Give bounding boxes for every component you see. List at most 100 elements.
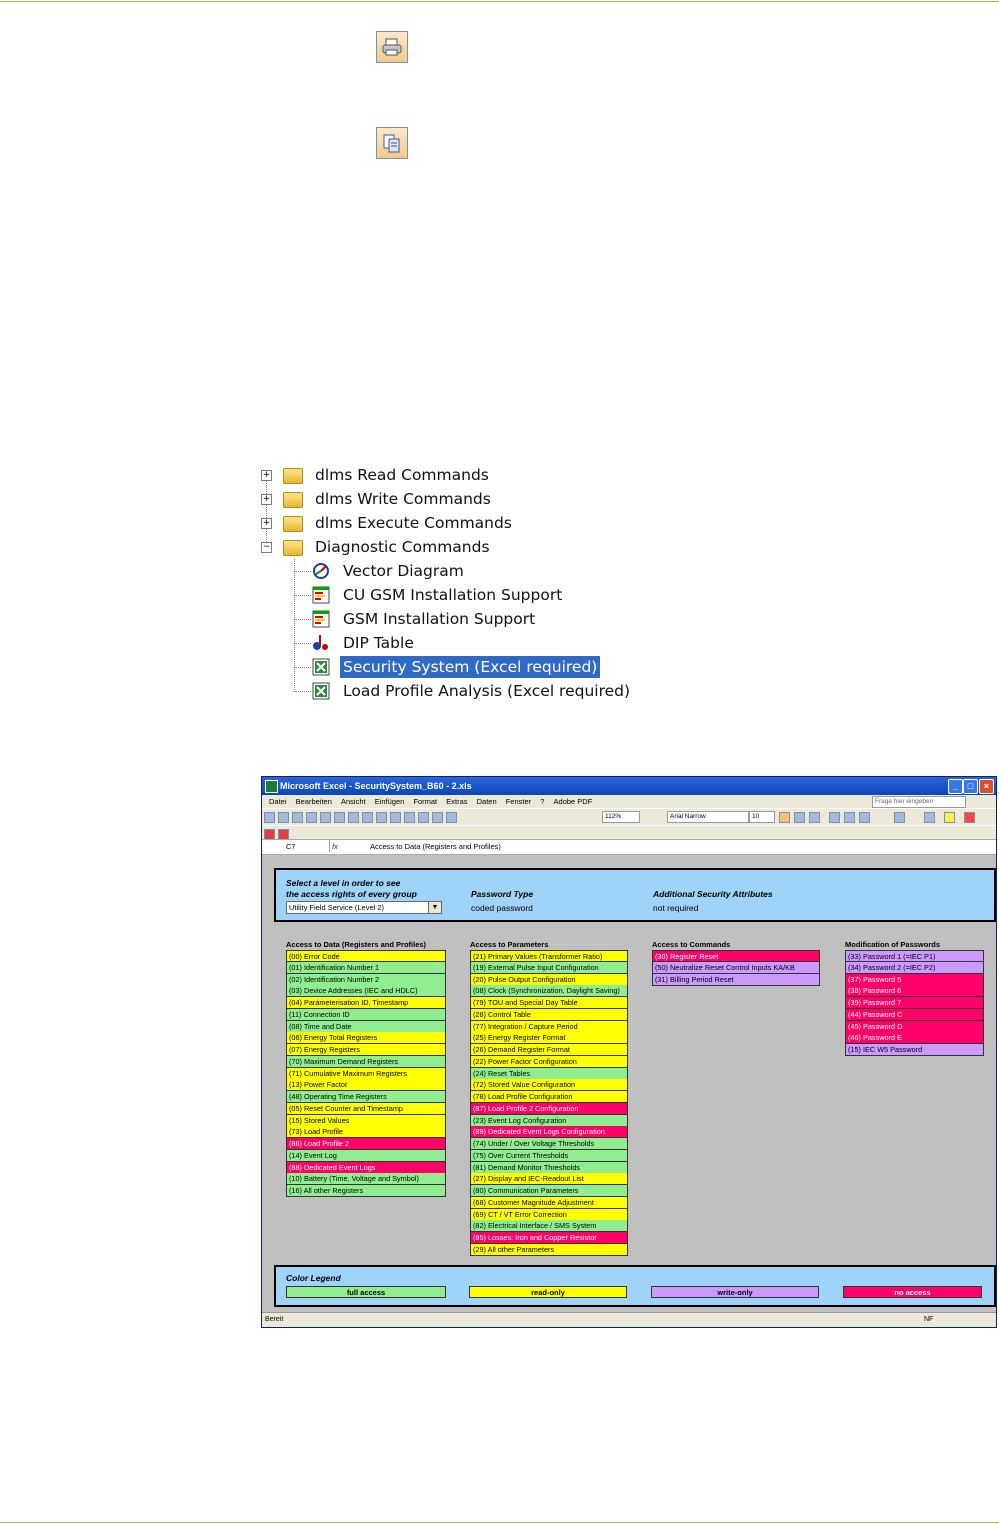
access-right-cell[interactable]: (68) Customer Magnitude Adjustment: [470, 1196, 628, 1209]
access-right-cell[interactable]: (26) Demand Register Format: [470, 1044, 628, 1056]
level-select[interactable]: Utility Field Service (Level 2) ▼: [286, 901, 442, 914]
access-right-cell[interactable]: (48) Operating Time Registers: [286, 1091, 446, 1103]
copy-icon[interactable]: [362, 812, 373, 823]
access-right-cell[interactable]: (15) Stored Values: [286, 1114, 446, 1127]
access-right-cell[interactable]: (24) Reset Tables: [470, 1067, 628, 1080]
help-search-input[interactable]: Frage hier eingeben: [872, 796, 966, 808]
underline-icon[interactable]: [809, 812, 820, 823]
menu-extras[interactable]: Extras: [446, 797, 467, 806]
menu-bearbeiten[interactable]: Bearbeiten: [296, 797, 332, 806]
access-right-cell[interactable]: (87) Load Profile 2 Configuration: [470, 1102, 628, 1115]
access-right-cell[interactable]: (85) Losses: Iron and Copper Resistor: [470, 1232, 628, 1244]
access-right-cell[interactable]: (44) Password C: [845, 1008, 984, 1021]
font-select[interactable]: Arial Narrow: [667, 811, 749, 823]
menu-daten[interactable]: Daten: [477, 797, 497, 806]
access-right-cell[interactable]: (31) Billing Period Reset: [652, 973, 820, 986]
access-right-cell[interactable]: (10) Battery (Time, Voltage and Symbol): [286, 1173, 446, 1186]
access-right-cell[interactable]: (30) Register Reset: [652, 950, 820, 962]
menu-format[interactable]: Format: [413, 797, 437, 806]
minimize-icon[interactable]: _: [948, 779, 963, 794]
redo-icon[interactable]: [404, 812, 415, 823]
access-right-cell[interactable]: (08) Clock (Synchronization, Daylight Sa…: [470, 985, 628, 998]
access-right-cell[interactable]: (88) Dedicated Event Logs: [286, 1161, 446, 1174]
borders-icon[interactable]: [924, 812, 935, 823]
access-right-cell[interactable]: (00) Error Code: [286, 950, 446, 962]
access-right-cell[interactable]: (23) Event Log Configuration: [470, 1114, 628, 1127]
menu-adobe-pdf[interactable]: Adobe PDF: [554, 797, 593, 806]
copy-icon[interactable]: [376, 127, 408, 159]
print-icon[interactable]: [306, 812, 317, 823]
sort-icon[interactable]: [432, 812, 443, 823]
access-right-cell[interactable]: (33) Password 1 (=IEC P1): [845, 950, 984, 962]
access-right-cell[interactable]: (50) Neutralize Reset Control Inputs KA/…: [652, 961, 820, 974]
access-right-cell[interactable]: (34) Password 2 (=IEC P2): [845, 961, 984, 974]
paste-icon[interactable]: [376, 812, 387, 823]
align-center-icon[interactable]: [844, 812, 855, 823]
access-right-cell[interactable]: (38) Password 6: [845, 985, 984, 998]
access-right-cell[interactable]: (71) Cumulative Maximum Registers: [286, 1067, 446, 1080]
access-right-cell[interactable]: (72) Stored Value Configuration: [470, 1079, 628, 1092]
access-right-cell[interactable]: (22) Power Factor Configuration: [470, 1055, 628, 1068]
menu-datei[interactable]: Datei: [269, 797, 287, 806]
name-box[interactable]: C7: [264, 840, 330, 852]
access-right-cell[interactable]: (29) All other Parameters: [470, 1243, 628, 1256]
font-color-icon[interactable]: [964, 812, 975, 823]
access-right-cell[interactable]: (46) Password E: [845, 1032, 984, 1045]
spell-icon[interactable]: [334, 812, 345, 823]
preview-icon[interactable]: [320, 812, 331, 823]
access-right-cell[interactable]: (25) Energy Register Format: [470, 1032, 628, 1045]
access-right-cell[interactable]: (13) Power Factor: [286, 1079, 446, 1092]
formula-input[interactable]: Access to Data (Registers and Profiles): [370, 840, 501, 854]
access-right-cell[interactable]: (08) Time and Date: [286, 1020, 446, 1033]
access-right-cell[interactable]: (80) Communication Parameters: [470, 1185, 628, 1197]
access-right-cell[interactable]: (04) Parameterisation ID, Timestamp: [286, 997, 446, 1009]
font-size-select[interactable]: 10: [749, 811, 775, 823]
chevron-down-icon[interactable]: ▼: [428, 902, 441, 913]
access-right-cell[interactable]: (03) Device Addresses (IEC and HDLC): [286, 985, 446, 998]
access-right-cell[interactable]: (06) Energy Total Registers: [286, 1032, 446, 1045]
access-right-cell[interactable]: (89) Dedicated Event Logs Configuration: [470, 1126, 628, 1139]
access-right-cell[interactable]: (74) Under / Over Voltage Thresholds: [470, 1138, 628, 1150]
expand-icon[interactable]: +: [261, 518, 272, 529]
access-right-cell[interactable]: (15) IEC W5 Password: [845, 1044, 984, 1056]
access-right-cell[interactable]: (28) Control Table: [470, 1008, 628, 1021]
maximize-icon[interactable]: □: [963, 779, 978, 794]
access-right-cell[interactable]: (82) Electrical Interface / SMS System: [470, 1220, 628, 1233]
access-right-cell[interactable]: (79) TOU and Special Day Table: [470, 997, 628, 1009]
align-right-icon[interactable]: [859, 812, 870, 823]
print-icon[interactable]: [376, 31, 408, 63]
chart-icon[interactable]: [446, 812, 457, 823]
access-right-cell[interactable]: (14) Event Log: [286, 1149, 446, 1162]
access-right-cell[interactable]: (78) Load Profile Configuration: [470, 1091, 628, 1103]
sum-icon[interactable]: [418, 812, 429, 823]
undo-icon[interactable]: [390, 812, 401, 823]
currency-icon[interactable]: [894, 812, 905, 823]
expand-icon[interactable]: +: [261, 470, 272, 481]
access-right-cell[interactable]: (02) Identification Number 2: [286, 973, 446, 986]
access-right-cell[interactable]: (11) Connection ID: [286, 1008, 446, 1021]
access-right-cell[interactable]: (73) Load Profile: [286, 1126, 446, 1139]
access-right-cell[interactable]: (75) Over Current Thresholds: [470, 1149, 628, 1162]
access-right-cell[interactable]: (07) Energy Registers: [286, 1044, 446, 1056]
access-right-cell[interactable]: (05) Reset Counter and Timestamp: [286, 1102, 446, 1115]
access-right-cell[interactable]: (19) External Pulse Input Configuration: [470, 961, 628, 974]
access-right-cell[interactable]: (86) Load Profile 2: [286, 1138, 446, 1150]
collapse-icon[interactable]: −: [261, 542, 272, 553]
access-right-cell[interactable]: (39) Password 7: [845, 997, 984, 1009]
access-right-cell[interactable]: (21) Primary Values (Transformer Ratio): [470, 950, 628, 962]
bold-icon[interactable]: [779, 812, 790, 823]
open-icon[interactable]: [278, 812, 289, 823]
access-right-cell[interactable]: (27) Display and IEC-Readout List: [470, 1173, 628, 1186]
access-right-cell[interactable]: (16) All other Registers: [286, 1185, 446, 1197]
fill-color-icon[interactable]: [944, 812, 955, 823]
access-right-cell[interactable]: (70) Maximum Demand Registers: [286, 1055, 446, 1068]
access-right-cell[interactable]: (37) Password 5: [845, 973, 984, 986]
access-right-cell[interactable]: (20) Pulse Output Configuration: [470, 973, 628, 986]
access-right-cell[interactable]: (45) Password D: [845, 1020, 984, 1033]
align-left-icon[interactable]: [829, 812, 840, 823]
menu-help[interactable]: ?: [540, 797, 544, 806]
access-right-cell[interactable]: (01) Identification Number 1: [286, 961, 446, 974]
cut-icon[interactable]: [348, 812, 359, 823]
menu-einfuegen[interactable]: Einfügen: [375, 797, 405, 806]
expand-icon[interactable]: +: [261, 494, 272, 505]
